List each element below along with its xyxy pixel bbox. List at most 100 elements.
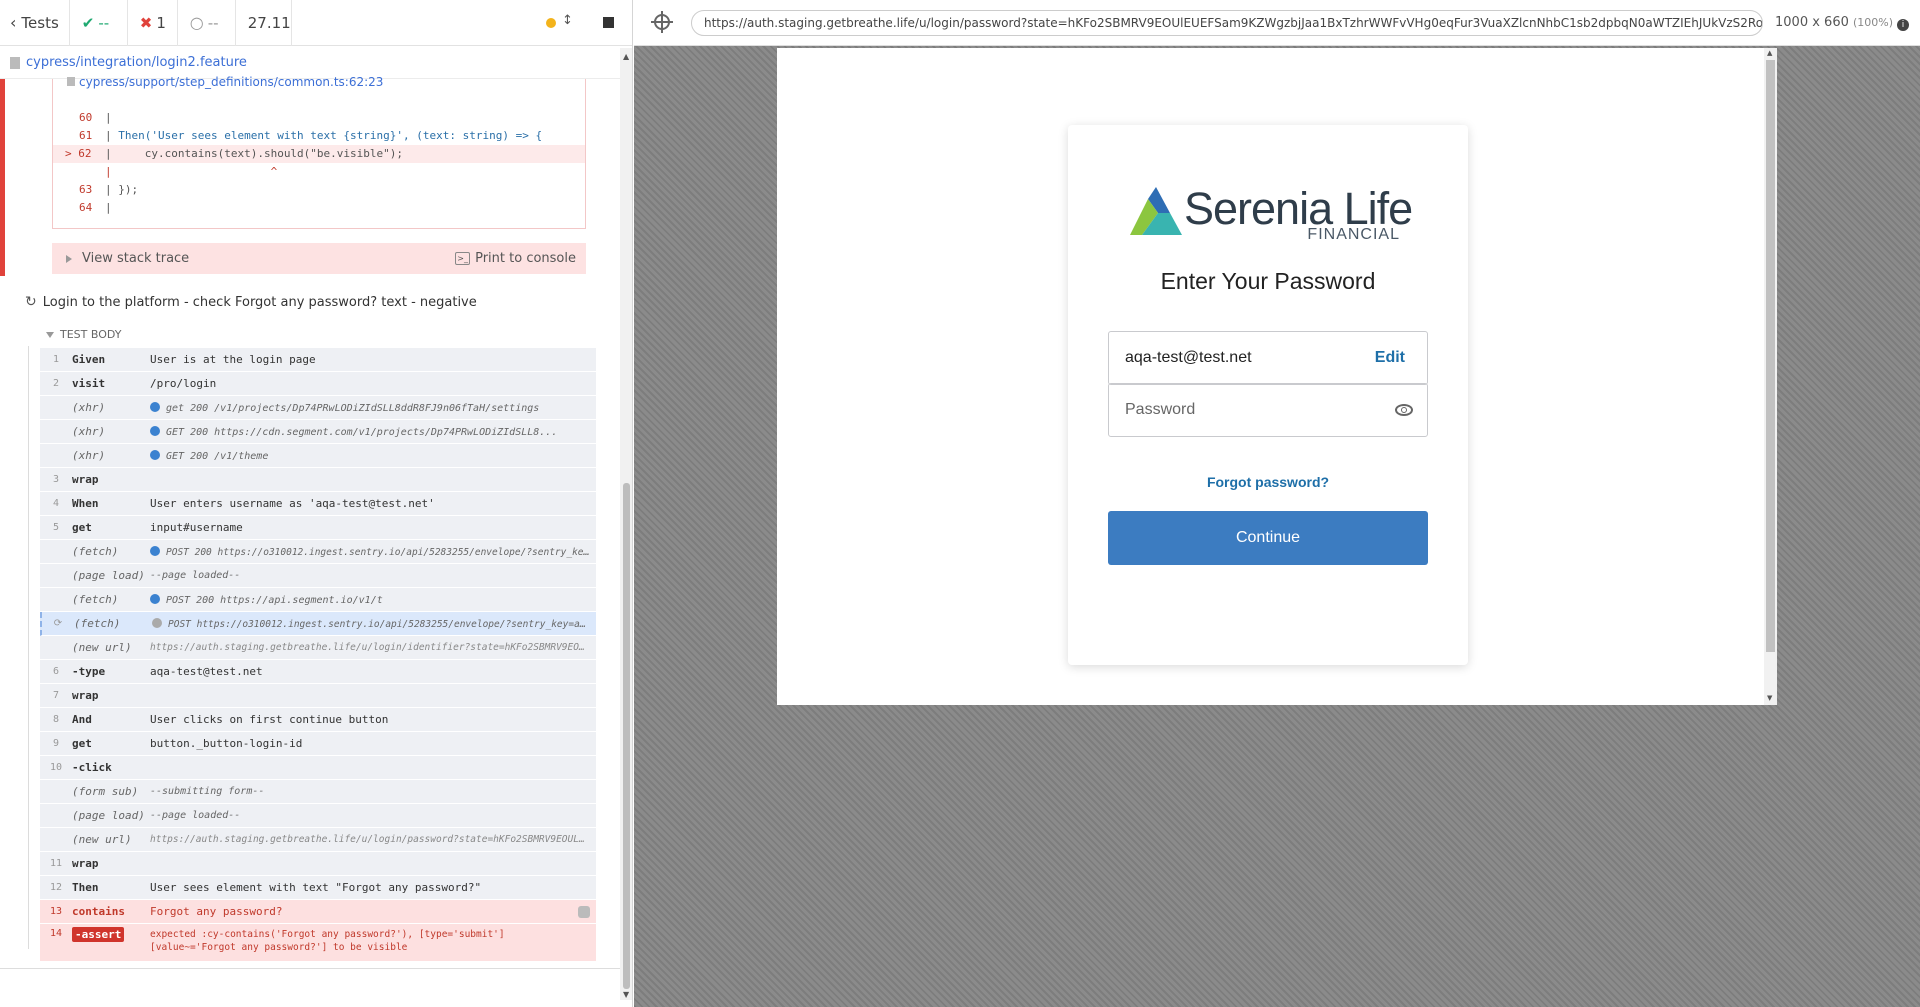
cmd-msg: --page loaded--: [150, 810, 241, 821]
command-row[interactable]: 10 -click: [40, 756, 596, 780]
command-row[interactable]: (xhr) GET 200 /v1/theme: [40, 444, 596, 468]
chevron-left-icon: ‹: [10, 13, 17, 32]
command-row[interactable]: 8 And User clicks on first continue button: [40, 708, 596, 732]
pin-icon[interactable]: [578, 905, 590, 918]
cmd-name: wrap: [72, 473, 99, 486]
pending-count[interactable]: ○ --: [178, 0, 236, 46]
cmd-msg: POST 200 https://api.segment.io/v1/t: [166, 594, 383, 606]
edit-email-link[interactable]: Edit: [1375, 349, 1405, 367]
viewport-scale: (100%): [1853, 16, 1894, 29]
cmd-num: 11: [49, 858, 63, 869]
status-dot-icon: [546, 18, 556, 28]
email-field[interactable]: aqa-test@test.net Edit: [1108, 331, 1428, 385]
auto-scroll-icon[interactable]: ↕: [562, 13, 573, 28]
scroll-down-icon[interactable]: ▼: [1767, 694, 1772, 702]
print-to-console-button[interactable]: >_ Print to console: [455, 251, 576, 266]
command-row[interactable]: (new url) https://auth.staging.getbreathe…: [40, 828, 596, 852]
forgot-password-link[interactable]: Forgot password?: [1068, 474, 1468, 490]
cmd-num: 3: [52, 474, 60, 485]
duration: 27.11: [236, 0, 292, 46]
cmd-name: And: [72, 713, 92, 726]
command-row[interactable]: 7 wrap: [40, 684, 596, 708]
check-icon: ✔: [81, 13, 95, 32]
scroll-up-icon[interactable]: ▲: [623, 52, 629, 61]
selector-playground-icon[interactable]: [651, 11, 673, 33]
command-row[interactable]: (page load) --page loaded--: [40, 804, 596, 828]
cmd-name: (form sub): [72, 785, 139, 798]
stop-button[interactable]: [603, 17, 614, 28]
triangle-logo-icon: [1130, 187, 1182, 235]
code-frame-path[interactable]: cypress/support/step_definitions/common.…: [67, 75, 383, 89]
cmd-name: wrap: [72, 689, 99, 702]
line-text: });: [118, 183, 139, 196]
command-row[interactable]: (xhr) GET 200 https://cdn.segment.com/v1/…: [40, 420, 596, 444]
code-line: 61 | Then('User sees element with text {s…: [53, 127, 585, 145]
scroll-thumb[interactable]: [623, 483, 630, 989]
failed-count[interactable]: ✖ 1: [128, 0, 178, 46]
command-row[interactable]: 6 -type aqa-test@test.net: [40, 660, 596, 684]
scroll-thumb[interactable]: [1766, 60, 1775, 652]
file-icon: [67, 77, 75, 86]
command-row[interactable]: (new url) https://auth.staging.getbreathe…: [40, 636, 596, 660]
cmd-msg: https://auth.staging.getbreathe.life/u/l…: [150, 834, 596, 845]
url-text: https://auth.staging.getbreathe.life/u/l…: [704, 16, 1763, 30]
login-card: Serenia Life FINANCIAL Enter Your Passwo…: [1068, 125, 1468, 665]
spec-file-path[interactable]: cypress/integration/login2.feature: [26, 55, 247, 70]
command-row[interactable]: 9 get button._button-login-id: [40, 732, 596, 756]
cmd-msg: GET 200 /v1/theme: [166, 450, 269, 462]
scroll-down-icon[interactable]: ▼: [623, 990, 629, 999]
stack-trace-bar[interactable]: View stack trace >_ Print to console: [52, 243, 586, 274]
cmd-num: 6: [52, 666, 60, 677]
code-line: 63 | });: [53, 181, 585, 199]
command-row[interactable]: (page load) --page loaded--: [40, 564, 596, 588]
command-row[interactable]: 2 visit/pro/login: [40, 372, 596, 396]
line-number: 60: [79, 111, 93, 124]
command-row[interactable]: (fetch) POST 200 https://api.segment.io/v…: [40, 588, 596, 612]
cmd-name: contains: [72, 905, 125, 918]
command-row[interactable]: (fetch) POST 200 https://o310012.ingest.s…: [40, 540, 596, 564]
log-scrollbar[interactable]: ▲ ▼: [620, 48, 632, 1000]
eye-icon[interactable]: [1395, 404, 1413, 416]
password-field[interactable]: Password: [1108, 383, 1428, 437]
test-body-header[interactable]: TEST BODY: [46, 328, 121, 341]
cmd-name: visit: [72, 377, 106, 390]
rerun-icon[interactable]: ↻: [25, 294, 37, 310]
viewport-size: 1000 x 660: [1775, 15, 1849, 30]
tree-line: [28, 346, 29, 949]
x-icon: ✖: [139, 13, 153, 32]
command-row-failed[interactable]: 13 contains Forgot any password?: [40, 900, 596, 924]
cmd-num: 8: [52, 714, 60, 725]
command-row[interactable]: (form sub) --submitting form--: [40, 780, 596, 804]
command-row[interactable]: 11 wrap: [40, 852, 596, 876]
tests-back-button[interactable]: ‹ Tests: [0, 0, 70, 46]
xhr-dot-icon: [150, 593, 160, 604]
command-row[interactable]: 1 Given User is at the login page: [40, 348, 596, 372]
line-text: cy.contains(text).should("be.visible");: [118, 147, 404, 160]
pending-dot-icon: [152, 617, 162, 628]
scroll-up-icon[interactable]: ▲: [1767, 49, 1772, 57]
xhr-dot-icon: [150, 401, 160, 412]
chevron-right-icon: [66, 254, 72, 263]
iframe-scrollbar[interactable]: ▲ ▼: [1764, 48, 1777, 705]
passed-count[interactable]: ✔ --: [70, 0, 128, 46]
command-row[interactable]: (xhr) get 200 /v1/projects/Dp74PRwLODiZId…: [40, 396, 596, 420]
command-row-assert[interactable]: 14 -assert expected :cy-contains('Forgot a…: [40, 924, 596, 962]
error-panel: cypress/support/step_definitions/common.…: [0, 75, 610, 276]
command-row[interactable]: 4 When User enters username as 'aqa-test@t…: [40, 492, 596, 516]
info-icon[interactable]: i: [1897, 19, 1910, 31]
command-row[interactable]: 12 Then User sees element with text "Forgo…: [40, 876, 596, 900]
url-field[interactable]: https://auth.staging.getbreathe.life/u/l…: [691, 10, 1763, 36]
cmd-name: (xhr): [72, 401, 106, 414]
view-stack-trace[interactable]: View stack trace: [82, 251, 189, 266]
viewport-info[interactable]: 1000 x 660 (100%) i: [1775, 15, 1910, 31]
test-title[interactable]: ↻ Login to the platform - check Forgot a…: [25, 294, 477, 310]
code-path-text[interactable]: cypress/support/step_definitions/common.…: [79, 75, 383, 89]
command-row[interactable]: 3 wrap: [40, 468, 596, 492]
command-row[interactable]: 5 get input#username: [40, 516, 596, 540]
xhr-dot-icon: [150, 449, 160, 460]
continue-button[interactable]: Continue: [1108, 511, 1428, 565]
line-text: Then('User sees element with text {strin…: [118, 129, 543, 142]
line-number: 61: [79, 129, 93, 142]
command-row-active[interactable]: ⟳ (fetch) POST https://o310012.ingest.sent…: [40, 612, 596, 636]
cmd-name: Given: [72, 353, 106, 366]
